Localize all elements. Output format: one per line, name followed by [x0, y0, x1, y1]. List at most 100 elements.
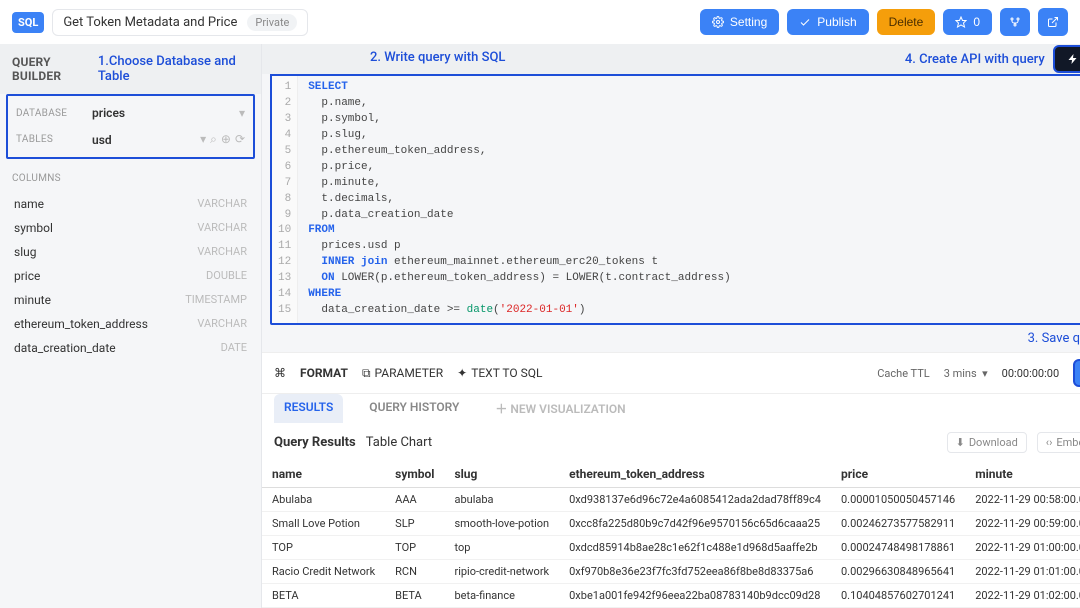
query-name-text: Get Token Metadata and Price — [63, 15, 237, 30]
table-cell: BETA — [385, 584, 444, 608]
column-row[interactable]: ethereum_token_address VARCHAR — [0, 312, 261, 336]
tab-results[interactable]: RESULTS — [274, 394, 343, 423]
hint-step-3: 3. Save query and run it — [262, 325, 1080, 352]
share-button[interactable] — [1038, 8, 1068, 36]
cache-ttl-label: Cache TTL — [877, 367, 929, 380]
column-name: data_creation_date — [14, 341, 116, 355]
publish-button[interactable]: Publish — [787, 9, 868, 35]
table-row[interactable]: Racio Credit NetworkRCNripio-credit-netw… — [262, 560, 1080, 584]
table-cell: TOP — [262, 536, 385, 560]
query-results-title: Query Results — [274, 435, 356, 450]
elapsed-time: 00:00:00:00 — [1002, 367, 1059, 380]
table-cell: 0xbe1a001fe942f96eea22ba08783140b9dcc09d… — [559, 584, 831, 608]
column-type: DATE — [221, 341, 247, 355]
table-cell: Racio Credit Network — [262, 560, 385, 584]
delete-label: Delete — [889, 15, 924, 29]
tab-query-history[interactable]: QUERY HISTORY — [359, 394, 469, 423]
delete-button[interactable]: Delete — [877, 9, 936, 35]
tab-new-visualization[interactable]: ＋ NEW VISUALIZATION — [485, 394, 635, 423]
query-builder-title: QUERY BUILDER — [12, 55, 92, 83]
setting-label: Setting — [730, 15, 767, 29]
column-name: ethereum_token_address — [14, 317, 148, 331]
table-cell: 2022-11-29 01:00:00.000 — [965, 536, 1080, 560]
add-icon[interactable]: ⊕ — [221, 132, 231, 147]
table-cell: 2022-11-29 00:58:00.000 — [965, 488, 1080, 512]
sql-badge: SQL — [12, 12, 44, 33]
database-label: DATABASE — [16, 108, 92, 119]
table-row[interactable]: Small Love PotionSLPsmooth-love-potion0x… — [262, 512, 1080, 536]
database-selector[interactable]: DATABASE prices ▾ — [12, 100, 249, 126]
column-row[interactable]: slugVARCHAR — [0, 240, 261, 264]
table-cell: ripio-credit-network — [444, 560, 559, 584]
column-row[interactable]: data_creation_date DATE — [0, 336, 261, 360]
column-type: VARCHAR — [197, 317, 247, 331]
hint-step-4: 4. Create API with query — [905, 52, 1045, 67]
query-name-box[interactable]: Get Token Metadata and Price Private — [52, 9, 308, 36]
table-cell: top — [444, 536, 559, 560]
sql-code[interactable]: SELECT p.name, p.symbol, p.slug, p.ether… — [298, 76, 1080, 323]
table-cell: 0.00296630848965641 — [831, 560, 965, 584]
column-type: TIMESTAMP — [185, 293, 247, 307]
table-cell: 0xdcd85914b8ae28c1e62f1c488e1d968d5aaffe… — [559, 536, 831, 560]
column-row[interactable]: nameVARCHAR — [0, 192, 261, 216]
table-header[interactable]: ethereum_token_address — [559, 461, 831, 488]
results-view-mode[interactable]: Table Chart — [366, 435, 432, 450]
cache-ttl-select[interactable]: 3 mins ▾ — [944, 367, 988, 380]
table-cell: smooth-love-potion — [444, 512, 559, 536]
table-value: usd — [92, 133, 200, 147]
table-cell: 0.00024748498178861 — [831, 536, 965, 560]
external-link-icon — [1047, 16, 1059, 28]
database-value: prices — [92, 106, 239, 120]
save-run-button[interactable]: SAVE & RUN — [1073, 359, 1080, 387]
column-row[interactable]: price DOUBLE — [0, 264, 261, 288]
table-cell: 0xf970b8e36e23f7fc3fd752eea86f8be8d83375… — [559, 560, 831, 584]
table-cell: 2022-11-29 01:02:00.000 — [965, 584, 1080, 608]
chevron-down-icon: ▾ — [200, 132, 206, 147]
chevron-down-icon: ▾ — [239, 106, 245, 120]
refresh-icon[interactable]: ⟳ — [235, 132, 245, 147]
column-type: VARCHAR — [197, 245, 247, 259]
table-cell: BETA — [262, 584, 385, 608]
table-header[interactable]: symbol — [385, 461, 444, 488]
table-row[interactable]: AbulabaAAAabulaba0xd938137e6d96c72e4a608… — [262, 488, 1080, 512]
column-name: minute — [14, 293, 51, 307]
text-to-sql-button[interactable]: ✦ TEXT TO SQL — [457, 366, 542, 380]
table-cell: 0.00246273577582911 — [831, 512, 965, 536]
create-api-button[interactable]: CREATE API — [1053, 45, 1080, 73]
table-header[interactable]: minute — [965, 461, 1080, 488]
download-icon: ⬇ — [956, 436, 965, 449]
table-row[interactable]: TOPTOPtop0xdcd85914b8ae28c1e62f1c488e1d9… — [262, 536, 1080, 560]
parameter-icon: ⧉ — [362, 366, 371, 381]
parameter-button[interactable]: ⧉ PARAMETER — [362, 366, 443, 381]
results-table: namesymbolslugethereum_token_addresspric… — [262, 461, 1080, 608]
table-header[interactable]: name — [262, 461, 385, 488]
setting-button[interactable]: Setting — [700, 9, 779, 35]
table-cell: Small Love Potion — [262, 512, 385, 536]
embed-button[interactable]: ‹›Embed — [1037, 432, 1080, 453]
hint-step-1: 1.Choose Database and Table — [98, 54, 249, 84]
format-button[interactable]: FORMAT — [300, 366, 348, 380]
table-cell: TOP — [385, 536, 444, 560]
table-selector[interactable]: TABLES usd ▾ ⌕ ⊕ ⟳ — [12, 126, 249, 153]
table-cell: 0xd938137e6d96c72e4a6085412ada2dad78ff89… — [559, 488, 831, 512]
sql-editor[interactable]: 123456789101112131415 SELECT p.name, p.s… — [270, 74, 1080, 325]
column-name: symbol — [14, 221, 53, 235]
search-icon[interactable]: ⌕ — [210, 132, 217, 147]
gear-icon — [712, 16, 724, 28]
table-header[interactable]: slug — [444, 461, 559, 488]
column-row[interactable]: minute TIMESTAMP — [0, 288, 261, 312]
table-row[interactable]: BETABETAbeta-finance0xbe1a001fe942f96eea… — [262, 584, 1080, 608]
fork-button[interactable] — [1000, 8, 1030, 36]
table-cell: abulaba — [444, 488, 559, 512]
rocket-icon — [799, 16, 811, 28]
code-icon: ‹› — [1046, 436, 1053, 449]
table-header[interactable]: price — [831, 461, 965, 488]
download-button[interactable]: ⬇Download — [947, 432, 1027, 453]
columns-header: COLUMNS — [0, 165, 261, 192]
star-icon — [955, 16, 967, 28]
column-type: DOUBLE — [206, 269, 247, 283]
star-button[interactable]: 0 — [943, 9, 992, 35]
column-row[interactable]: symbolVARCHAR — [0, 216, 261, 240]
hint-step-2: 2. Write query with SQL — [370, 50, 505, 65]
column-name: price — [14, 269, 40, 283]
